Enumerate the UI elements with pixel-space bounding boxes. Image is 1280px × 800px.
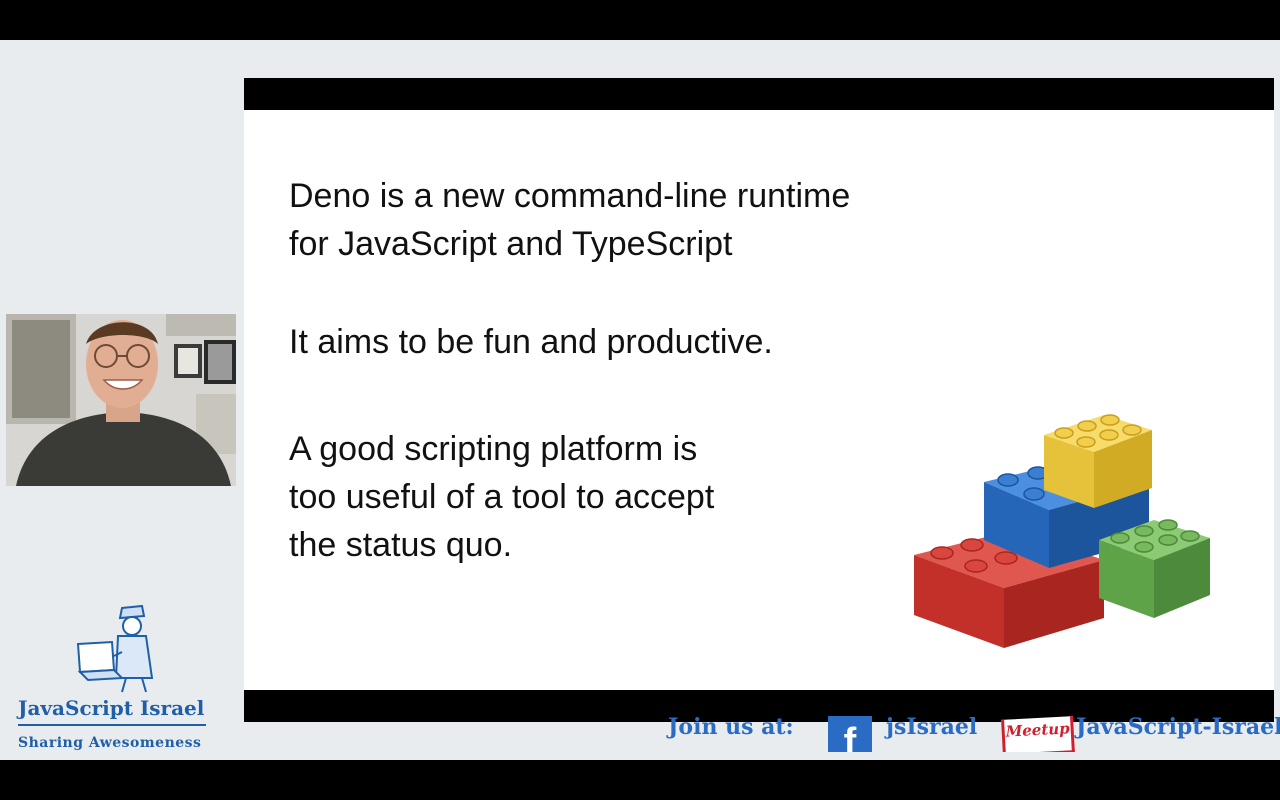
join-us-label: Join us at: — [668, 714, 794, 740]
slide: Deno is a new command-line runtime for J… — [244, 78, 1274, 722]
join-us-bar: Join us at: f jsIsrael Meetup JavaScript… — [660, 712, 1280, 752]
meetup-icon[interactable]: Meetup — [1001, 716, 1075, 752]
brand-subtitle: Sharing Awesomeness — [18, 735, 202, 751]
brand-divider — [18, 724, 206, 726]
presentation-stage: Deno is a new command-line runtime for J… — [0, 40, 1280, 760]
meetup-handle[interactable]: JavaScript-Israel — [1076, 714, 1280, 740]
slide-paragraph-3: A good scripting platform is too useful … — [289, 430, 715, 564]
facebook-icon[interactable]: f — [828, 716, 872, 752]
webcam-video-feed — [6, 314, 236, 486]
mascot-with-laptop-icon — [76, 604, 154, 693]
slide-paragraph-1: Deno is a new command-line runtime for J… — [289, 177, 851, 263]
green-brick — [1099, 519, 1210, 618]
slide-content: Deno is a new command-line runtime for J… — [244, 110, 1274, 690]
facebook-handle[interactable]: jsIsrael — [886, 714, 977, 740]
video-frame: Deno is a new command-line runtime for J… — [0, 0, 1280, 800]
slide-paragraph-2: It aims to be fun and productive. — [289, 323, 773, 361]
brand-title: JavaScript Israel — [18, 696, 205, 720]
javascript-israel-logo: JavaScript Israel Sharing Awesomeness — [18, 600, 218, 760]
lego-bricks-illustration — [914, 414, 1210, 648]
